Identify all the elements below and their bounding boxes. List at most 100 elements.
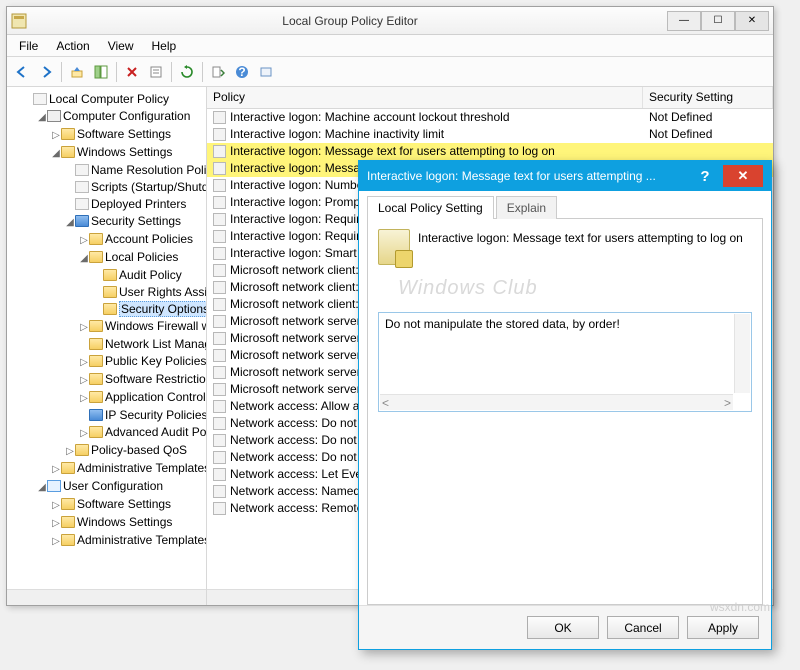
tree-h-scrollbar[interactable]	[7, 589, 206, 605]
tree-ip-security[interactable]: IP Security Policies on	[105, 408, 207, 422]
refresh-button[interactable]	[176, 61, 198, 83]
tree-advanced-audit[interactable]: Advanced Audit Policy	[105, 425, 207, 439]
tree-user-software[interactable]: Software Settings	[77, 497, 171, 511]
tree-user-admin[interactable]: Administrative Templates	[77, 533, 207, 547]
tree-security-settings[interactable]: Security Settings	[91, 214, 181, 228]
tree-account-policies[interactable]: Account Policies	[105, 232, 193, 246]
export-list-button[interactable]	[207, 61, 229, 83]
policy-item-icon	[213, 230, 226, 243]
policy-item-name: Network access: Named	[230, 483, 360, 500]
policy-row[interactable]: Interactive logon: Machine account locko…	[207, 109, 773, 126]
tree-security-options[interactable]: Security Options	[119, 301, 207, 317]
policy-item-icon	[213, 298, 226, 311]
policy-item-name: Interactive logon: Require	[230, 228, 367, 245]
col-policy[interactable]: Policy	[207, 87, 643, 108]
dialog-title: Interactive logon: Message text for user…	[367, 169, 693, 183]
policy-item-icon	[213, 247, 226, 260]
maximize-button[interactable]: ☐	[701, 11, 735, 31]
menu-help[interactable]: Help	[144, 37, 185, 55]
policy-item-icon	[213, 383, 226, 396]
tree-software-restriction[interactable]: Software Restriction P	[105, 372, 207, 386]
tree-user-config[interactable]: User Configuration	[63, 479, 163, 493]
help-button[interactable]: ?	[231, 61, 253, 83]
tree-name-resolution[interactable]: Name Resolution Policy	[91, 163, 207, 177]
policy-item-icon	[213, 179, 226, 192]
titlebar: Local Group Policy Editor — ☐ ✕	[7, 7, 773, 35]
dialog-close-button[interactable]: ✕	[723, 165, 763, 187]
ok-button[interactable]: OK	[527, 616, 599, 639]
delete-button[interactable]	[121, 61, 143, 83]
textarea-h-scroll[interactable]: <>	[380, 394, 733, 410]
policy-item-icon	[213, 162, 226, 175]
tree-windows-firewall[interactable]: Windows Firewall with	[105, 319, 207, 333]
tree-user-windows[interactable]: Windows Settings	[77, 515, 172, 529]
dialog-tabs: Local Policy Setting Explain	[367, 195, 763, 219]
tree-windows-settings[interactable]: Windows Settings	[77, 145, 172, 159]
policy-item-icon	[213, 196, 226, 209]
message-text-field[interactable]: <>	[378, 312, 752, 412]
tree-admin-templates[interactable]: Administrative Templates	[77, 461, 207, 475]
source-watermark: wsxdn.com	[710, 600, 770, 614]
policy-item-name: Network access: Do not	[230, 432, 357, 449]
tree-audit-policy[interactable]: Audit Policy	[119, 268, 182, 282]
tree-pane[interactable]: Local Computer Policy ◢Computer Configur…	[7, 87, 207, 605]
tree-deployed-printers[interactable]: Deployed Printers	[91, 197, 186, 211]
tree-public-key[interactable]: Public Key Policies	[105, 354, 206, 368]
menu-file[interactable]: File	[11, 37, 46, 55]
tree-root[interactable]: Local Computer Policy	[49, 92, 169, 106]
policy-item-name: Network access: Do not	[230, 415, 357, 432]
tab-content: Interactive logon: Message text for user…	[367, 219, 763, 605]
minimize-button[interactable]: —	[667, 11, 701, 31]
menu-view[interactable]: View	[100, 37, 142, 55]
up-button[interactable]	[66, 61, 88, 83]
filter-button[interactable]	[255, 61, 277, 83]
tree-policy-qos[interactable]: Policy-based QoS	[91, 443, 187, 457]
tree-scripts[interactable]: Scripts (Startup/Shutdown)	[91, 180, 207, 194]
policy-item-icon	[213, 485, 226, 498]
policy-item-name: Microsoft network client:	[230, 262, 359, 279]
properties-button[interactable]	[145, 61, 167, 83]
policy-item-icon	[213, 213, 226, 226]
back-button[interactable]	[11, 61, 33, 83]
policy-item-icon	[213, 451, 226, 464]
policy-item-name: Interactive logon: Machine account locko…	[230, 109, 510, 126]
policy-item-name: Interactive logon: Number	[230, 177, 367, 194]
policy-item-value: Not Defined	[643, 126, 773, 143]
apply-button[interactable]: Apply	[687, 616, 759, 639]
tree-software-settings[interactable]: Software Settings	[77, 127, 171, 141]
policy-item-name: Interactive logon: Require	[230, 211, 367, 228]
policy-item-icon	[213, 145, 226, 158]
policy-item-value: Not Defined	[643, 109, 773, 126]
dialog-help-button[interactable]: ?	[693, 168, 717, 185]
policy-item-name: Microsoft network server:	[230, 381, 364, 398]
policy-item-name: Interactive logon: Message text for user…	[230, 143, 555, 160]
menu-action[interactable]: Action	[48, 37, 97, 55]
watermark-text: Windows Club	[398, 277, 752, 300]
tree-network-list[interactable]: Network List Manager	[105, 337, 207, 351]
message-text-input[interactable]	[381, 315, 749, 387]
forward-button[interactable]	[35, 61, 57, 83]
tree-user-rights[interactable]: User Rights Assignment	[119, 285, 207, 299]
menubar: File Action View Help	[7, 35, 773, 57]
tab-local-policy[interactable]: Local Policy Setting	[367, 196, 494, 219]
dialog-titlebar[interactable]: Interactive logon: Message text for user…	[359, 161, 771, 191]
tree-app-control[interactable]: Application Control Po	[105, 390, 207, 404]
textarea-v-scroll[interactable]	[734, 314, 750, 393]
policy-item-name: Interactive logon: Prompt	[230, 194, 363, 211]
policy-row[interactable]: Interactive logon: Machine inactivity li…	[207, 126, 773, 143]
show-hide-tree-button[interactable]	[90, 61, 112, 83]
policy-row[interactable]: Interactive logon: Message text for user…	[207, 143, 773, 160]
col-security[interactable]: Security Setting	[643, 87, 773, 108]
tab-explain[interactable]: Explain	[496, 196, 557, 219]
policy-icon	[378, 229, 410, 265]
window-title: Local Group Policy Editor	[33, 14, 667, 28]
cancel-button[interactable]: Cancel	[607, 616, 679, 639]
properties-dialog: Interactive logon: Message text for user…	[358, 160, 772, 650]
close-button[interactable]: ✕	[735, 11, 769, 31]
policy-item-icon	[213, 128, 226, 141]
policy-item-icon	[213, 502, 226, 515]
policy-item-name: Microsoft network server:	[230, 330, 364, 347]
policy-item-icon	[213, 315, 226, 328]
tree-computer-config[interactable]: Computer Configuration	[63, 109, 190, 123]
tree-local-policies[interactable]: Local Policies	[105, 250, 178, 264]
